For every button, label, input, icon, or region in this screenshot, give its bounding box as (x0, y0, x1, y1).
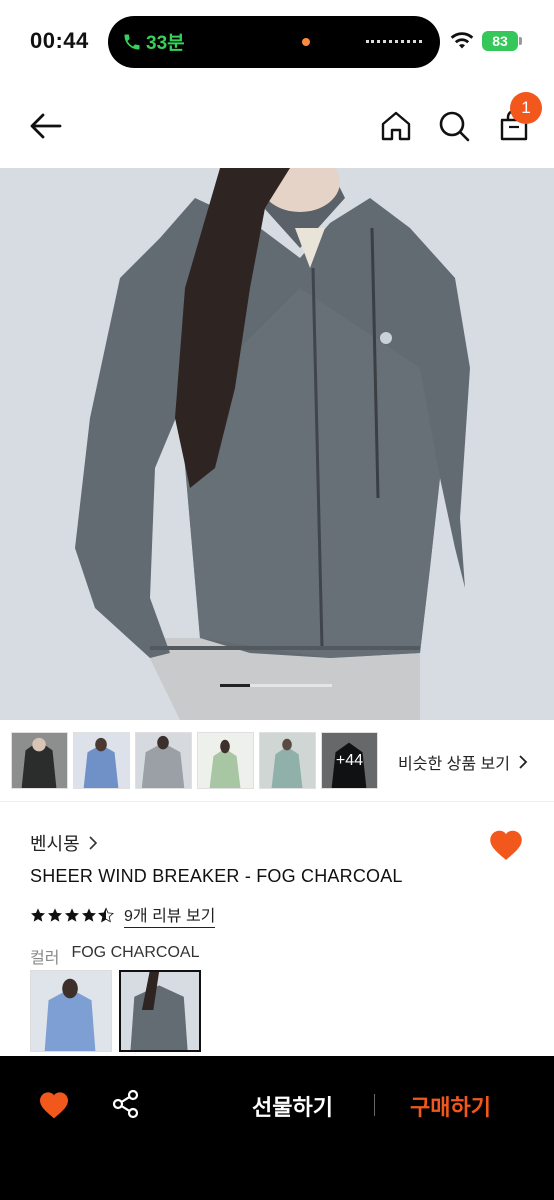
more-images-count: +44 (322, 733, 377, 788)
similar-products-label: 비슷한 상품 보기 (398, 756, 510, 773)
rating-row: 9개 리뷰 보기 (30, 902, 216, 928)
share-icon[interactable] (110, 1088, 142, 1120)
color-row: 컬러 FOG CHARCOAL (30, 944, 199, 968)
battery-tip (519, 37, 522, 45)
wifi-icon (450, 32, 474, 49)
heart-icon[interactable] (488, 828, 524, 862)
gift-button[interactable]: 선물하기 (252, 1090, 333, 1122)
call-indicator: 33분 (122, 28, 185, 55)
status-time: 00:44 (30, 28, 89, 53)
status-bar: 00:44 33분 83 (0, 0, 554, 84)
color-option-sky[interactable] (30, 970, 112, 1052)
bottom-action-bar: 선물하기 구매하기 (0, 1056, 554, 1200)
product-hero-image[interactable] (0, 168, 554, 720)
search-icon[interactable] (436, 108, 472, 144)
color-option-fog-charcoal[interactable] (119, 970, 201, 1052)
half-star-icon (98, 907, 114, 923)
thumbnail-4[interactable] (197, 732, 254, 789)
star-icon (48, 908, 62, 922)
top-nav (0, 84, 554, 168)
thumbnail-2[interactable] (73, 732, 130, 789)
review-link[interactable]: 9개 리뷰 보기 (124, 902, 216, 928)
star-icon (82, 908, 96, 922)
color-value: FOG CHARCOAL (71, 944, 200, 961)
privacy-dot (302, 38, 310, 46)
star-rating (30, 907, 114, 923)
home-icon[interactable] (378, 108, 414, 144)
phone-icon (124, 34, 140, 49)
cart-count-badge: 1 (510, 92, 542, 124)
chevron-right-icon (519, 755, 528, 769)
product-title: SHEER WIND BREAKER - FOG CHARCOAL (30, 866, 403, 886)
thumbnail-5[interactable] (259, 732, 316, 789)
star-icon (65, 908, 79, 922)
battery-indicator: 83 (482, 31, 518, 51)
thumbnail-1[interactable] (11, 732, 68, 789)
similar-products-link[interactable]: 비슷한 상품 보기 (398, 750, 528, 774)
star-icon (31, 908, 45, 922)
brand-name: 벤시몽 (30, 834, 80, 854)
call-duration: 33분 (146, 33, 185, 54)
buy-button[interactable]: 구매하기 (410, 1090, 491, 1122)
color-label: 컬러 (30, 950, 60, 967)
thumbnail-3[interactable] (135, 732, 192, 789)
audio-waveform-icon (366, 40, 422, 43)
thumbnail-6-more[interactable]: +44 (321, 732, 378, 789)
dynamic-island[interactable]: 33분 (108, 16, 440, 68)
image-pager-indicator (220, 684, 250, 687)
brand-link[interactable]: 벤시몽 (30, 830, 97, 856)
divider (374, 1094, 375, 1116)
heart-icon[interactable] (38, 1090, 70, 1120)
chevron-right-icon (89, 836, 97, 850)
back-arrow-icon[interactable] (28, 108, 64, 144)
